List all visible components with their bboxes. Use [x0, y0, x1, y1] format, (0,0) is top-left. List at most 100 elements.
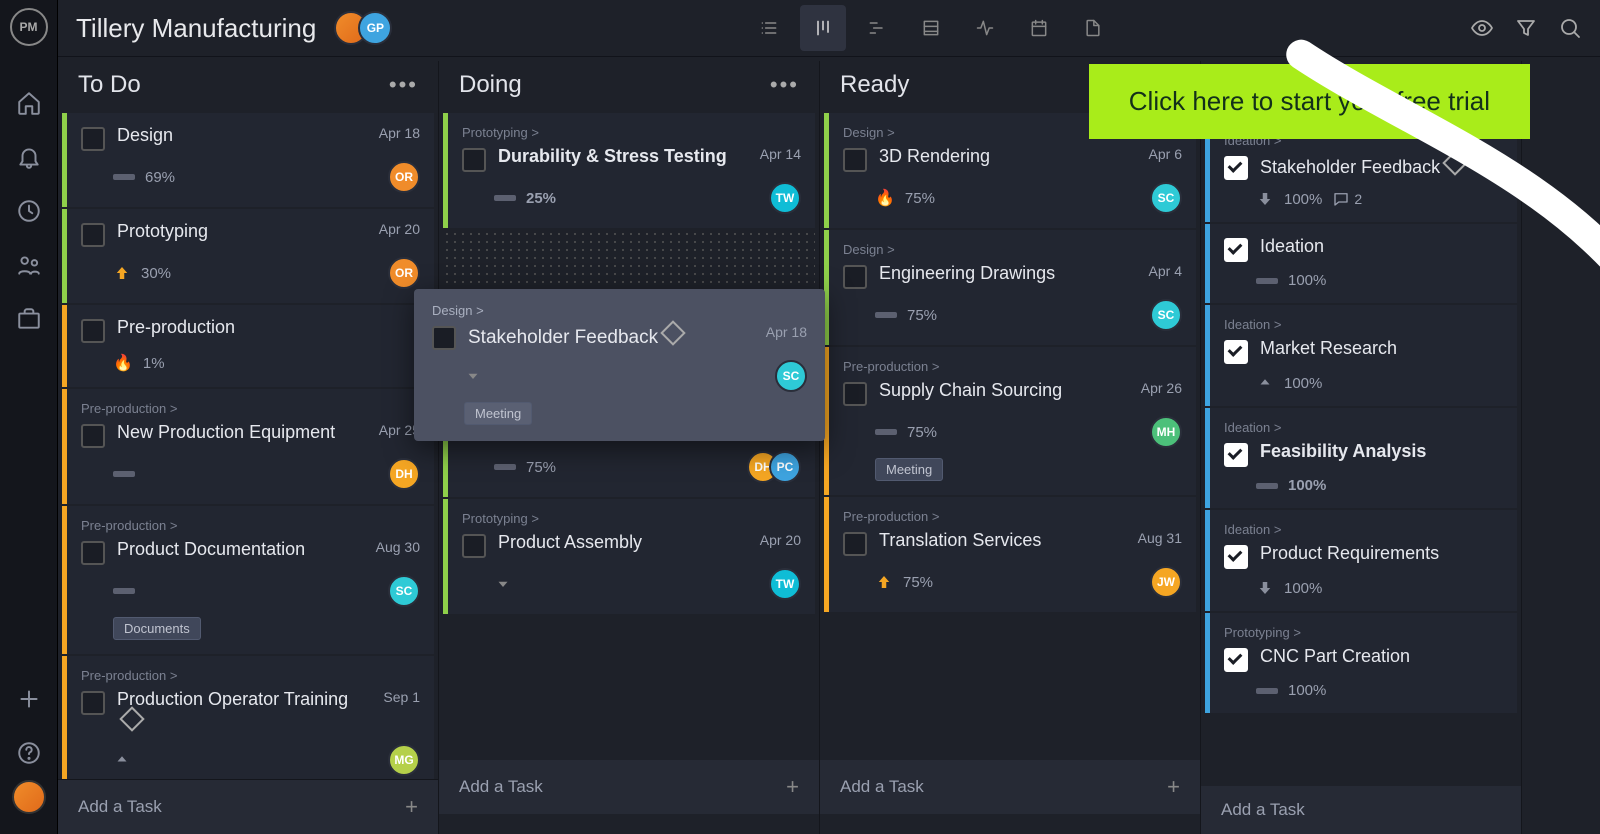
task-card[interactable]: Prototyping >CNC Part Creation100% — [1205, 613, 1517, 713]
watch-icon[interactable] — [1470, 16, 1494, 40]
task-card[interactable]: DesignApr 1869%OR — [62, 113, 434, 207]
list-view-button[interactable] — [746, 5, 792, 51]
card-tag[interactable]: Documents — [113, 617, 201, 640]
card-breadcrumb: Ideation > — [1224, 522, 1503, 537]
assignee-avatar[interactable]: SC — [775, 360, 807, 392]
assignee-avatar[interactable]: MG — [388, 744, 420, 776]
assignee-avatar[interactable]: SC — [388, 575, 420, 607]
sheet-view-button[interactable] — [908, 5, 954, 51]
task-card[interactable]: Pre-production > New Production Equipment… — [62, 389, 434, 504]
filter-icon[interactable] — [1514, 16, 1538, 40]
card-breadcrumb: Pre-production > — [81, 401, 420, 416]
dashboard-view-button[interactable] — [962, 5, 1008, 51]
task-checkbox[interactable] — [843, 382, 867, 406]
dragging-card[interactable]: Design > Stakeholder Feedback Apr 18 SC … — [414, 289, 825, 441]
gantt-view-button[interactable] — [854, 5, 900, 51]
task-card[interactable]: Pre-production >Translation ServicesAug … — [824, 497, 1196, 612]
card-progress: 100% — [1288, 272, 1326, 289]
add-icon[interactable] — [16, 686, 42, 712]
task-checkbox[interactable] — [81, 691, 105, 715]
comment-count[interactable]: 2 — [1332, 190, 1362, 208]
card-progress: 100% — [1284, 580, 1322, 597]
task-checkbox[interactable] — [1224, 648, 1248, 672]
card-title: CNC Part Creation — [1260, 646, 1503, 667]
column-menu-button[interactable]: ••• — [770, 72, 799, 98]
assignee-avatar[interactable]: JW — [1150, 566, 1182, 598]
task-checkbox[interactable] — [1224, 443, 1248, 467]
task-card[interactable]: Ideation >Market Research100% — [1205, 305, 1517, 406]
add-task-button[interactable]: Add a Task — [1201, 786, 1521, 834]
task-checkbox[interactable] — [843, 265, 867, 289]
assignee-avatar[interactable]: SC — [1150, 182, 1182, 214]
search-icon[interactable] — [1558, 16, 1582, 40]
task-checkbox[interactable] — [462, 534, 486, 558]
help-icon[interactable] — [16, 740, 42, 766]
assignee-avatar[interactable]: MH — [1150, 416, 1182, 448]
task-checkbox[interactable] — [462, 148, 486, 172]
card-date: Sep 1 — [383, 689, 420, 705]
assignee-avatar[interactable]: TW — [769, 182, 801, 214]
project-members[interactable]: GP — [334, 11, 392, 45]
current-user-avatar[interactable] — [12, 780, 46, 814]
priority-flat-icon — [494, 464, 516, 470]
task-card[interactable]: Prototyping >Product AssemblyApr 20TW — [443, 499, 815, 614]
card-date: Apr 18 — [766, 324, 807, 340]
app-logo[interactable]: PM — [10, 8, 48, 46]
task-checkbox[interactable] — [81, 424, 105, 448]
task-card[interactable]: Pre-production >Product DocumentationAug… — [62, 506, 434, 654]
task-card[interactable]: Ideation >Feasibility Analysis100% — [1205, 408, 1517, 508]
task-card[interactable]: Ideation100% — [1205, 224, 1517, 303]
task-checkbox[interactable] — [81, 223, 105, 247]
task-checkbox[interactable] — [81, 127, 105, 151]
home-icon[interactable] — [16, 90, 42, 116]
card-title: New Production Equipment — [117, 422, 367, 443]
task-checkbox[interactable] — [81, 541, 105, 565]
assignee-avatar[interactable]: OR — [388, 257, 420, 289]
priority-dropdown-icon[interactable] — [494, 575, 512, 593]
card-date: Apr 26 — [1141, 380, 1182, 396]
card-breadcrumb: Prototyping > — [462, 511, 801, 526]
task-card[interactable]: Pre-production🔥1% — [62, 305, 434, 387]
add-task-button[interactable]: Add a Task+ — [820, 760, 1200, 814]
calendar-view-button[interactable] — [1016, 5, 1062, 51]
task-checkbox[interactable] — [81, 319, 105, 343]
task-checkbox[interactable] — [1224, 340, 1248, 364]
project-title: Tillery Manufacturing — [76, 13, 316, 44]
card-tag[interactable]: Meeting — [464, 402, 532, 425]
team-icon[interactable] — [16, 252, 42, 278]
board-view-button[interactable] — [800, 5, 846, 51]
task-card[interactable]: Pre-production >Production Operator Trai… — [62, 656, 434, 779]
task-card[interactable]: Ideation >Product Requirements100% — [1205, 510, 1517, 611]
files-view-button[interactable] — [1070, 5, 1116, 51]
task-card[interactable]: Prototyping >Durability & Stress Testing… — [443, 113, 815, 228]
assignee-avatar[interactable]: SC — [1150, 299, 1182, 331]
notifications-icon[interactable] — [16, 144, 42, 170]
column-menu-button[interactable]: ••• — [389, 72, 418, 98]
assignee-avatar[interactable]: TW — [769, 568, 801, 600]
task-checkbox[interactable] — [843, 532, 867, 556]
task-checkbox[interactable] — [1224, 545, 1248, 569]
add-task-button[interactable]: Add a Task+ — [439, 760, 819, 814]
task-card[interactable]: PrototypingApr 2030%OR — [62, 209, 434, 303]
task-checkbox[interactable] — [432, 326, 456, 350]
task-checkbox[interactable] — [1224, 238, 1248, 262]
start-trial-cta[interactable]: Click here to start your free trial — [1089, 64, 1530, 139]
assignee-avatar[interactable]: OR — [388, 161, 420, 193]
task-card[interactable]: Design >Engineering DrawingsApr 475%SC — [824, 230, 1196, 345]
priority-critical-icon: 🔥 — [113, 353, 133, 373]
card-date: Aug 31 — [1138, 530, 1182, 546]
assignee-avatar[interactable]: DH — [388, 458, 420, 490]
add-task-button[interactable]: Add a Task+ — [58, 779, 438, 834]
card-title: Translation Services — [879, 530, 1126, 551]
history-icon[interactable] — [16, 198, 42, 224]
task-checkbox[interactable] — [1224, 156, 1248, 180]
task-checkbox[interactable] — [843, 148, 867, 172]
card-tag[interactable]: Meeting — [875, 458, 943, 481]
assignee-avatar[interactable]: PC — [769, 451, 801, 483]
milestone-icon — [119, 706, 144, 731]
task-card[interactable]: Pre-production >Supply Chain SourcingApr… — [824, 347, 1196, 495]
priority-dropdown-icon[interactable] — [464, 367, 482, 385]
card-progress: 100% — [1284, 191, 1322, 208]
column-title: Doing — [459, 71, 522, 99]
portfolio-icon[interactable] — [16, 306, 42, 332]
